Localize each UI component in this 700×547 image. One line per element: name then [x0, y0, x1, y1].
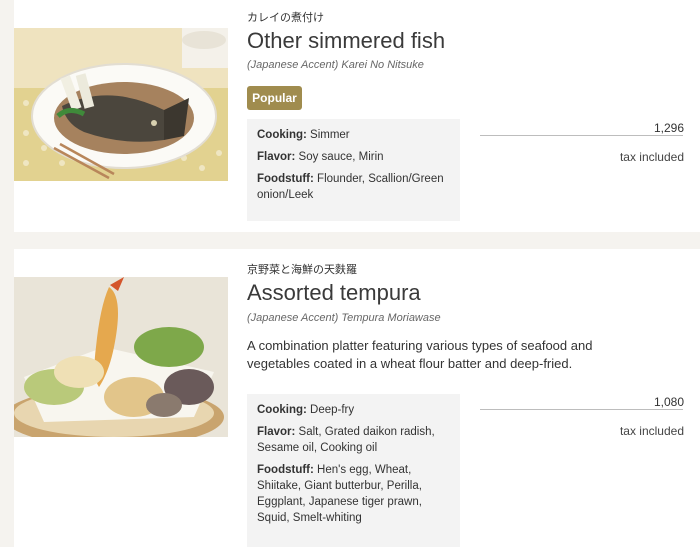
- dish-title: Other simmered fish: [247, 28, 446, 53]
- foodstuff-row: Foodstuff: Hen's egg, Wheat, Shiitake, G…: [257, 462, 450, 526]
- foodstuff-label: Foodstuff:: [257, 464, 314, 476]
- price: 1,296: [653, 121, 684, 135]
- price: 1,080: [653, 395, 684, 409]
- cooking-value: Simmer: [310, 129, 350, 141]
- dish-specs: Cooking: Deep-fry Flavor: Salt, Grated d…: [247, 394, 460, 547]
- price-divider: [480, 409, 683, 410]
- foodstuff-label: Foodstuff:: [257, 173, 314, 185]
- japanese-name: カレイの煮付け: [247, 11, 324, 24]
- cooking-value: Deep-fry: [310, 404, 355, 416]
- menu-item-card: 京野菜と海鮮の天麩羅 Assorted tempura (Japanese Ac…: [14, 249, 700, 547]
- foodstuff-row: Foodstuff: Flounder, Scallion/Green onio…: [257, 171, 450, 203]
- price-divider: [480, 135, 683, 136]
- flavor-row: Flavor: Soy sauce, Mirin: [257, 149, 450, 165]
- cooking-row: Cooking: Simmer: [257, 127, 450, 143]
- dish-specs: Cooking: Simmer Flavor: Soy sauce, Mirin…: [247, 119, 460, 221]
- japanese-accent: (Japanese Accent) Tempura Moriawase: [247, 312, 441, 324]
- flavor-label: Flavor:: [257, 151, 296, 163]
- cooking-label: Cooking:: [257, 404, 307, 416]
- flavor-label: Flavor:: [257, 426, 296, 438]
- flavor-value: Soy sauce, Mirin: [298, 151, 384, 163]
- tax-note: tax included: [619, 424, 684, 438]
- cooking-row: Cooking: Deep-fry: [257, 402, 450, 418]
- menu-item-card: カレイの煮付け Other simmered fish (Japanese Ac…: [14, 0, 700, 232]
- simmered-fish-photo[interactable]: [14, 28, 228, 181]
- popular-badge[interactable]: Popular: [247, 86, 302, 110]
- dish-title: Assorted tempura: [247, 280, 421, 305]
- flavor-row: Flavor: Salt, Grated daikon radish, Sesa…: [257, 424, 450, 456]
- japanese-name: 京野菜と海鮮の天麩羅: [247, 263, 357, 276]
- cooking-label: Cooking:: [257, 129, 307, 141]
- japanese-accent: (Japanese Accent) Karei No Nitsuke: [247, 59, 424, 71]
- dish-description: A combination platter featuring various …: [247, 338, 593, 371]
- tax-note: tax included: [619, 150, 684, 164]
- tempura-photo[interactable]: [14, 277, 228, 437]
